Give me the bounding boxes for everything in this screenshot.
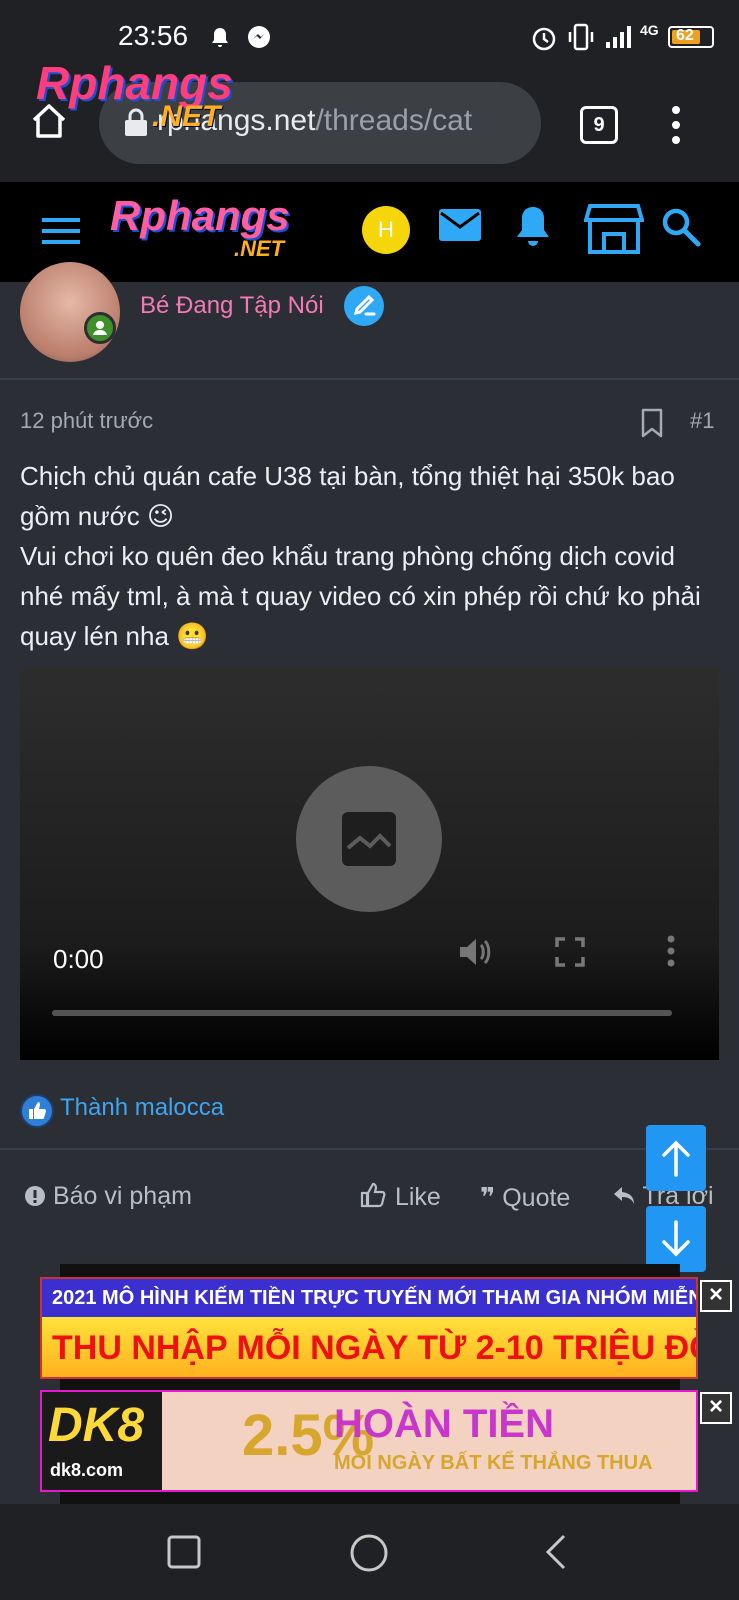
video-more-icon[interactable]: [666, 934, 676, 968]
fullscreen-icon[interactable]: [554, 936, 586, 968]
verified-badge-icon: [344, 286, 384, 326]
online-status-icon: [84, 312, 116, 344]
quote-icon: ❞: [480, 1182, 496, 1212]
hamburger-menu-icon[interactable]: [40, 212, 82, 248]
reply-icon: [614, 1187, 634, 1204]
battery-icon: 62: [668, 26, 714, 48]
messenger-icon: [248, 26, 270, 48]
recents-icon[interactable]: [166, 1534, 202, 1570]
store-icon[interactable]: [584, 202, 644, 256]
system-nav-bar: [0, 1504, 739, 1600]
back-icon[interactable]: [540, 1532, 570, 1572]
video-progress-bar[interactable]: [52, 1010, 672, 1016]
volume-icon[interactable]: [454, 932, 494, 972]
reaction-users[interactable]: Thành malocca: [60, 1094, 224, 1122]
broken-image-icon: [342, 812, 396, 866]
url-path: /threads/cat: [315, 104, 473, 137]
video-player[interactable]: 0:00: [20, 668, 719, 1060]
notification-bell-icon[interactable]: [512, 204, 554, 250]
thumbs-up-icon: [360, 1182, 386, 1208]
post-author-card: Bé Đang Tập Nói: [0, 262, 739, 380]
video-placeholder[interactable]: [296, 766, 442, 912]
post-number[interactable]: #1: [690, 408, 714, 434]
close-ad-1-button[interactable]: ×: [700, 1280, 732, 1312]
video-current-time: 0:00: [53, 944, 104, 974]
tab-switcher-button[interactable]: 9: [580, 106, 618, 144]
browser-toolbar: rphangs.net/threads/cat 9 Rphangs .NET: [0, 57, 739, 182]
arrow-down-icon: [662, 1220, 690, 1257]
arrow-up-icon: [662, 1140, 690, 1177]
site-header: Rphangs .NET H: [0, 182, 739, 282]
home-circle-icon[interactable]: [348, 1532, 390, 1574]
scroll-to-top-button[interactable]: [646, 1125, 706, 1191]
overflow-menu-icon[interactable]: [668, 104, 684, 146]
network-type: 4G: [640, 22, 659, 38]
user-avatar[interactable]: H: [362, 206, 410, 254]
ad-banner-2[interactable]: DK8 dk8.com 2.5% HOÀN TIỀN MỖI NGÀY BẤT …: [40, 1390, 698, 1492]
post-paragraph: Chịch chủ quán cafe U38 tại bàn, tổng th…: [20, 461, 675, 531]
like-reaction-icon: [20, 1094, 54, 1128]
bookmark-icon[interactable]: [640, 408, 664, 438]
post-timestamp[interactable]: 12 phút trước: [20, 408, 153, 434]
author-name[interactable]: Bé Đang Tập Nói: [140, 292, 324, 320]
search-icon[interactable]: [660, 206, 702, 248]
signal-icon: [606, 26, 631, 48]
floating-logo: Rphangs .NET: [36, 57, 233, 133]
warning-icon: [25, 1186, 45, 1206]
close-ad-2-button[interactable]: ×: [700, 1392, 732, 1424]
status-time: 23:56: [118, 20, 189, 51]
mail-icon[interactable]: [438, 208, 482, 242]
battery-level: 62: [676, 27, 694, 44]
post-body: Chịch chủ quán cafe U38 tại bàn, tổng th…: [20, 456, 720, 656]
ad-banner-1[interactable]: 2021 MÔ HÌNH KIẾM TIỀN TRỰC TUYẾN MỚI TH…: [40, 1277, 698, 1379]
post-paragraph: Vui chơi ko quên đeo khẩu trang phòng ch…: [20, 541, 701, 651]
post-actions: Báo vi phạm Like ❞ Quote Trả lời: [0, 1148, 739, 1244]
scroll-to-bottom-button[interactable]: [646, 1206, 706, 1272]
like-button[interactable]: Like: [360, 1182, 441, 1212]
report-button[interactable]: Báo vi phạm: [24, 1182, 192, 1211]
quote-button[interactable]: ❞ Quote: [480, 1182, 570, 1213]
vibrate-icon: [568, 23, 594, 51]
notification-bell-icon: [212, 28, 228, 47]
alarm-icon: [532, 27, 556, 51]
site-logo[interactable]: Rphangs .NET: [110, 192, 320, 272]
